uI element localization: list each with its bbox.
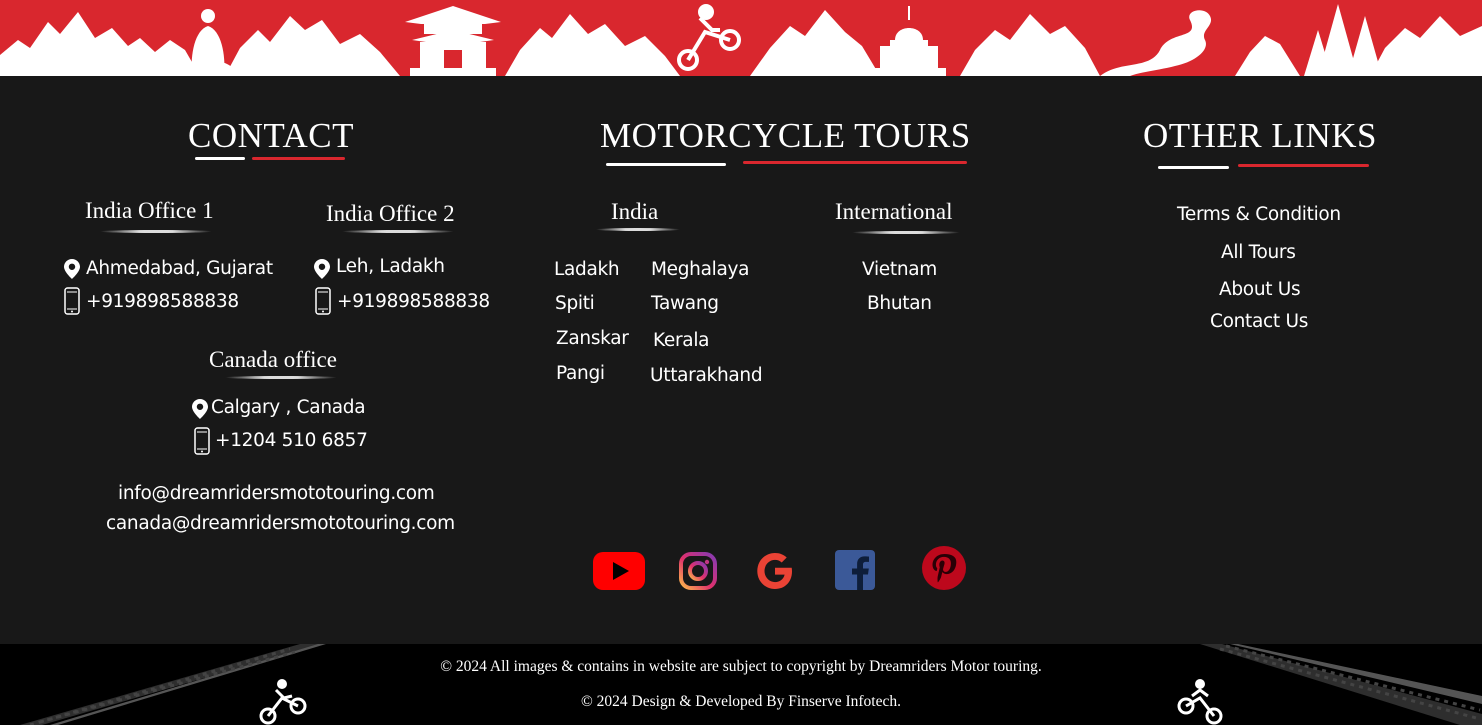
subhead-swoosh bbox=[342, 230, 454, 233]
buddha-icon bbox=[178, 9, 238, 76]
tour-link-pangi[interactable]: Pangi bbox=[556, 363, 605, 384]
mobile-phone-icon bbox=[64, 287, 80, 315]
link-terms-condition[interactable]: Terms & Condition bbox=[1177, 204, 1341, 225]
contact-heading: CONTACT bbox=[188, 116, 354, 155]
subhead-swoosh bbox=[100, 230, 212, 233]
heading-underline-white bbox=[1158, 166, 1229, 169]
stupa-icon bbox=[872, 6, 946, 76]
link-about-us[interactable]: About Us bbox=[1219, 279, 1301, 300]
heading-underline-red bbox=[252, 157, 345, 160]
email-canada-link[interactable]: canada@dreamridersmototouring.com bbox=[106, 513, 455, 534]
india-office-1-title: India Office 1 bbox=[85, 198, 214, 223]
office-2-phone[interactable]: +919898588838 bbox=[337, 291, 490, 312]
copyright-text: © 2024 All images & contains in website … bbox=[440, 658, 1042, 675]
heading-underline-red bbox=[1238, 164, 1369, 167]
mountain-range-icon bbox=[0, 4, 1482, 76]
subhead-swoosh bbox=[225, 376, 337, 379]
heading-underline-white bbox=[606, 163, 726, 166]
decorative-banner bbox=[0, 0, 1482, 76]
office-2-location: Leh, Ladakh bbox=[336, 256, 445, 277]
pagoda-icon bbox=[405, 6, 501, 76]
canada-location: Calgary , Canada bbox=[211, 397, 366, 418]
tour-link-meghalaya[interactable]: Meghalaya bbox=[651, 259, 750, 280]
subhead-swoosh bbox=[852, 231, 960, 234]
link-contact-us[interactable]: Contact Us bbox=[1210, 311, 1308, 332]
other-links-heading: OTHER LINKS bbox=[1143, 116, 1377, 155]
tour-link-zanskar[interactable]: Zanskar bbox=[556, 328, 629, 349]
instagram-icon[interactable] bbox=[678, 551, 718, 591]
copyright-bar: © 2024 All images & contains in website … bbox=[0, 644, 1482, 725]
map-pin-icon bbox=[314, 259, 330, 279]
subhead-swoosh bbox=[596, 228, 680, 231]
dragon-icon bbox=[1100, 10, 1212, 76]
international-tours-title: International bbox=[835, 199, 953, 224]
canada-phone[interactable]: +1204 510 6857 bbox=[215, 430, 368, 451]
office-1-phone[interactable]: +919898588838 bbox=[86, 291, 239, 312]
tour-link-ladakh[interactable]: Ladakh bbox=[554, 259, 620, 280]
youtube-icon[interactable] bbox=[592, 551, 646, 591]
india-tours-title: India bbox=[611, 199, 659, 224]
link-all-tours[interactable]: All Tours bbox=[1221, 242, 1296, 263]
mobile-phone-icon bbox=[194, 427, 210, 455]
tour-link-tawang[interactable]: Tawang bbox=[651, 293, 719, 314]
google-icon[interactable] bbox=[754, 550, 796, 592]
developer-credit: © 2024 Design & Developed By Finserve In… bbox=[581, 693, 901, 710]
india-office-2-title: India Office 2 bbox=[326, 201, 455, 226]
motorcycle-tours-heading: MOTORCYCLE TOURS bbox=[600, 116, 971, 155]
tour-link-bhutan[interactable]: Bhutan bbox=[867, 293, 932, 314]
email-info-link[interactable]: info@dreamridersmototouring.com bbox=[118, 483, 435, 504]
pine-trees-icon bbox=[1304, 4, 1382, 76]
tour-link-spiti[interactable]: Spiti bbox=[555, 293, 595, 314]
mobile-phone-icon bbox=[315, 287, 331, 315]
tour-link-kerala[interactable]: Kerala bbox=[653, 330, 710, 351]
canada-office-title: Canada office bbox=[209, 347, 337, 372]
facebook-icon[interactable] bbox=[834, 549, 876, 591]
map-pin-icon bbox=[64, 259, 80, 279]
motocross-rider-icon bbox=[677, 4, 741, 71]
office-1-location: Ahmedabad, Gujarat bbox=[86, 258, 273, 279]
heading-underline-red bbox=[743, 161, 967, 164]
map-pin-icon bbox=[192, 399, 208, 419]
tour-link-vietnam[interactable]: Vietnam bbox=[862, 259, 937, 280]
pinterest-icon[interactable] bbox=[921, 545, 967, 591]
heading-underline-white bbox=[195, 157, 245, 160]
tour-link-uttarakhand[interactable]: Uttarakhand bbox=[650, 365, 763, 386]
